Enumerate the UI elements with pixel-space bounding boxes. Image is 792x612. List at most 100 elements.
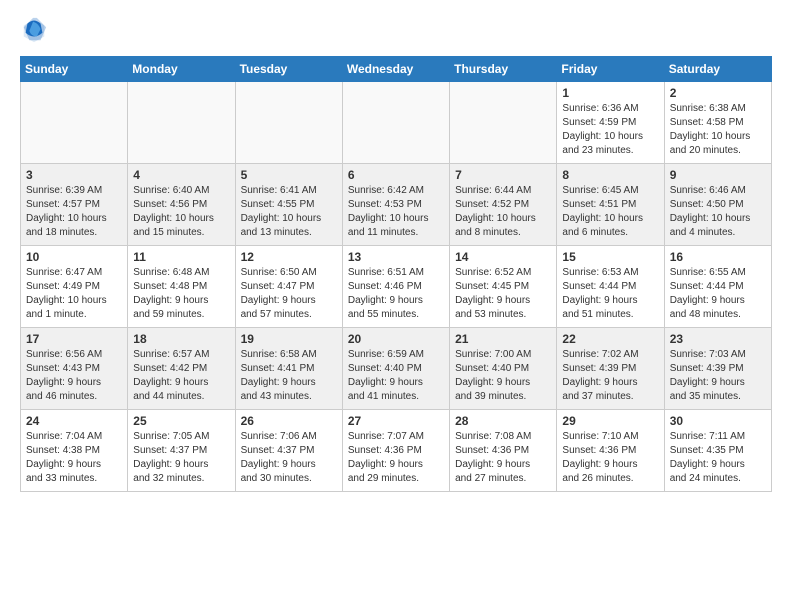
day-cell: 1 Sunrise: 6:36 AMSunset: 4:59 PMDaylight… <box>557 82 664 164</box>
day-detail: Sunrise: 7:00 AMSunset: 4:40 PMDaylight:… <box>455 348 551 404</box>
day-cell: 10 Sunrise: 6:47 AMSunset: 4:49 PMDayligh… <box>21 246 128 328</box>
week-row-3: 10 Sunrise: 6:47 AMSunset: 4:49 PMDayligh… <box>21 246 772 328</box>
week-row-4: 17 Sunrise: 6:56 AMSunset: 4:43 PMDayligh… <box>21 328 772 410</box>
day-cell <box>128 82 235 164</box>
day-number: 24 <box>26 414 122 428</box>
day-number: 25 <box>133 414 229 428</box>
day-number: 5 <box>241 168 337 182</box>
day-number: 26 <box>241 414 337 428</box>
logo-icon <box>20 16 48 44</box>
day-detail: Sunrise: 6:57 AMSunset: 4:42 PMDaylight:… <box>133 348 229 404</box>
page-container: SundayMondayTuesdayWednesdayThursdayFrid… <box>0 0 792 502</box>
day-detail: Sunrise: 6:52 AMSunset: 4:45 PMDaylight:… <box>455 266 551 322</box>
day-cell: 16 Sunrise: 6:55 AMSunset: 4:44 PMDayligh… <box>664 246 771 328</box>
weekday-tuesday: Tuesday <box>235 57 342 82</box>
day-number: 6 <box>348 168 444 182</box>
day-cell: 19 Sunrise: 6:58 AMSunset: 4:41 PMDayligh… <box>235 328 342 410</box>
day-detail: Sunrise: 7:10 AMSunset: 4:36 PMDaylight:… <box>562 430 658 486</box>
day-number: 9 <box>670 168 766 182</box>
day-number: 13 <box>348 250 444 264</box>
week-row-2: 3Sunrise: 6:39 AMSunset: 4:57 PMDaylight… <box>21 164 772 246</box>
day-number: 17 <box>26 332 122 346</box>
day-detail: Sunrise: 6:51 AMSunset: 4:46 PMDaylight:… <box>348 266 444 322</box>
day-number: 22 <box>562 332 658 346</box>
day-detail: Sunrise: 6:48 AMSunset: 4:48 PMDaylight:… <box>133 266 229 322</box>
day-cell: 13 Sunrise: 6:51 AMSunset: 4:46 PMDayligh… <box>342 246 449 328</box>
day-number: 8 <box>562 168 658 182</box>
day-number: 28 <box>455 414 551 428</box>
day-number: 30 <box>670 414 766 428</box>
day-number: 1 <box>562 86 658 100</box>
day-detail: Sunrise: 6:56 AMSunset: 4:43 PMDaylight:… <box>26 348 122 404</box>
calendar-body: 1 Sunrise: 6:36 AMSunset: 4:59 PMDaylight… <box>21 82 772 492</box>
weekday-saturday: Saturday <box>664 57 771 82</box>
day-number: 14 <box>455 250 551 264</box>
weekday-thursday: Thursday <box>450 57 557 82</box>
day-cell: 3Sunrise: 6:39 AMSunset: 4:57 PMDaylight… <box>21 164 128 246</box>
day-detail: Sunrise: 6:36 AMSunset: 4:59 PMDaylight:… <box>562 102 658 158</box>
day-number: 12 <box>241 250 337 264</box>
day-cell: 24 Sunrise: 7:04 AMSunset: 4:38 PMDayligh… <box>21 410 128 492</box>
day-detail: Sunrise: 7:11 AMSunset: 4:35 PMDaylight:… <box>670 430 766 486</box>
day-detail: Sunrise: 6:42 AMSunset: 4:53 PMDaylight:… <box>348 184 444 240</box>
day-detail: Sunrise: 6:39 AMSunset: 4:57 PMDaylight:… <box>26 184 122 240</box>
day-number: 18 <box>133 332 229 346</box>
day-number: 21 <box>455 332 551 346</box>
day-detail: Sunrise: 6:40 AMSunset: 4:56 PMDaylight:… <box>133 184 229 240</box>
day-detail: Sunrise: 6:44 AMSunset: 4:52 PMDaylight:… <box>455 184 551 240</box>
day-detail: Sunrise: 7:05 AMSunset: 4:37 PMDaylight:… <box>133 430 229 486</box>
day-number: 2 <box>670 86 766 100</box>
day-cell: 6 Sunrise: 6:42 AMSunset: 4:53 PMDaylight… <box>342 164 449 246</box>
day-cell: 17 Sunrise: 6:56 AMSunset: 4:43 PMDayligh… <box>21 328 128 410</box>
day-cell: 5 Sunrise: 6:41 AMSunset: 4:55 PMDaylight… <box>235 164 342 246</box>
day-detail: Sunrise: 7:07 AMSunset: 4:36 PMDaylight:… <box>348 430 444 486</box>
day-detail: Sunrise: 6:38 AMSunset: 4:58 PMDaylight:… <box>670 102 766 158</box>
day-number: 23 <box>670 332 766 346</box>
week-row-5: 24 Sunrise: 7:04 AMSunset: 4:38 PMDayligh… <box>21 410 772 492</box>
weekday-header-row: SundayMondayTuesdayWednesdayThursdayFrid… <box>21 57 772 82</box>
week-row-1: 1 Sunrise: 6:36 AMSunset: 4:59 PMDaylight… <box>21 82 772 164</box>
day-detail: Sunrise: 6:45 AMSunset: 4:51 PMDaylight:… <box>562 184 658 240</box>
logo <box>20 16 52 44</box>
day-cell: 23Sunrise: 7:03 AMSunset: 4:39 PMDayligh… <box>664 328 771 410</box>
day-cell: 2 Sunrise: 6:38 AMSunset: 4:58 PMDaylight… <box>664 82 771 164</box>
weekday-sunday: Sunday <box>21 57 128 82</box>
day-cell: 14 Sunrise: 6:52 AMSunset: 4:45 PMDayligh… <box>450 246 557 328</box>
day-detail: Sunrise: 6:58 AMSunset: 4:41 PMDaylight:… <box>241 348 337 404</box>
day-number: 27 <box>348 414 444 428</box>
day-detail: Sunrise: 7:04 AMSunset: 4:38 PMDaylight:… <box>26 430 122 486</box>
day-cell: 26 Sunrise: 7:06 AMSunset: 4:37 PMDayligh… <box>235 410 342 492</box>
day-detail: Sunrise: 6:50 AMSunset: 4:47 PMDaylight:… <box>241 266 337 322</box>
day-cell: 7 Sunrise: 6:44 AMSunset: 4:52 PMDaylight… <box>450 164 557 246</box>
day-number: 19 <box>241 332 337 346</box>
day-cell: 28 Sunrise: 7:08 AMSunset: 4:36 PMDayligh… <box>450 410 557 492</box>
weekday-friday: Friday <box>557 57 664 82</box>
day-cell <box>21 82 128 164</box>
day-detail: Sunrise: 6:46 AMSunset: 4:50 PMDaylight:… <box>670 184 766 240</box>
day-detail: Sunrise: 6:47 AMSunset: 4:49 PMDaylight:… <box>26 266 122 322</box>
day-number: 7 <box>455 168 551 182</box>
day-cell: 25 Sunrise: 7:05 AMSunset: 4:37 PMDayligh… <box>128 410 235 492</box>
day-cell: 11 Sunrise: 6:48 AMSunset: 4:48 PMDayligh… <box>128 246 235 328</box>
day-detail: Sunrise: 7:06 AMSunset: 4:37 PMDaylight:… <box>241 430 337 486</box>
day-cell: 20Sunrise: 6:59 AMSunset: 4:40 PMDayligh… <box>342 328 449 410</box>
day-number: 20 <box>348 332 444 346</box>
day-cell: 27 Sunrise: 7:07 AMSunset: 4:36 PMDayligh… <box>342 410 449 492</box>
day-detail: Sunrise: 6:55 AMSunset: 4:44 PMDaylight:… <box>670 266 766 322</box>
day-number: 10 <box>26 250 122 264</box>
day-cell: 4Sunrise: 6:40 AMSunset: 4:56 PMDaylight… <box>128 164 235 246</box>
day-cell: 18 Sunrise: 6:57 AMSunset: 4:42 PMDayligh… <box>128 328 235 410</box>
day-cell: 15Sunrise: 6:53 AMSunset: 4:44 PMDayligh… <box>557 246 664 328</box>
day-detail: Sunrise: 6:41 AMSunset: 4:55 PMDaylight:… <box>241 184 337 240</box>
weekday-wednesday: Wednesday <box>342 57 449 82</box>
day-number: 11 <box>133 250 229 264</box>
day-cell: 8 Sunrise: 6:45 AMSunset: 4:51 PMDaylight… <box>557 164 664 246</box>
header <box>20 16 772 44</box>
calendar-table: SundayMondayTuesdayWednesdayThursdayFrid… <box>20 56 772 492</box>
day-detail: Sunrise: 7:02 AMSunset: 4:39 PMDaylight:… <box>562 348 658 404</box>
weekday-monday: Monday <box>128 57 235 82</box>
day-detail: Sunrise: 7:08 AMSunset: 4:36 PMDaylight:… <box>455 430 551 486</box>
day-number: 16 <box>670 250 766 264</box>
day-detail: Sunrise: 6:53 AMSunset: 4:44 PMDaylight:… <box>562 266 658 322</box>
day-cell: 29Sunrise: 7:10 AMSunset: 4:36 PMDayligh… <box>557 410 664 492</box>
